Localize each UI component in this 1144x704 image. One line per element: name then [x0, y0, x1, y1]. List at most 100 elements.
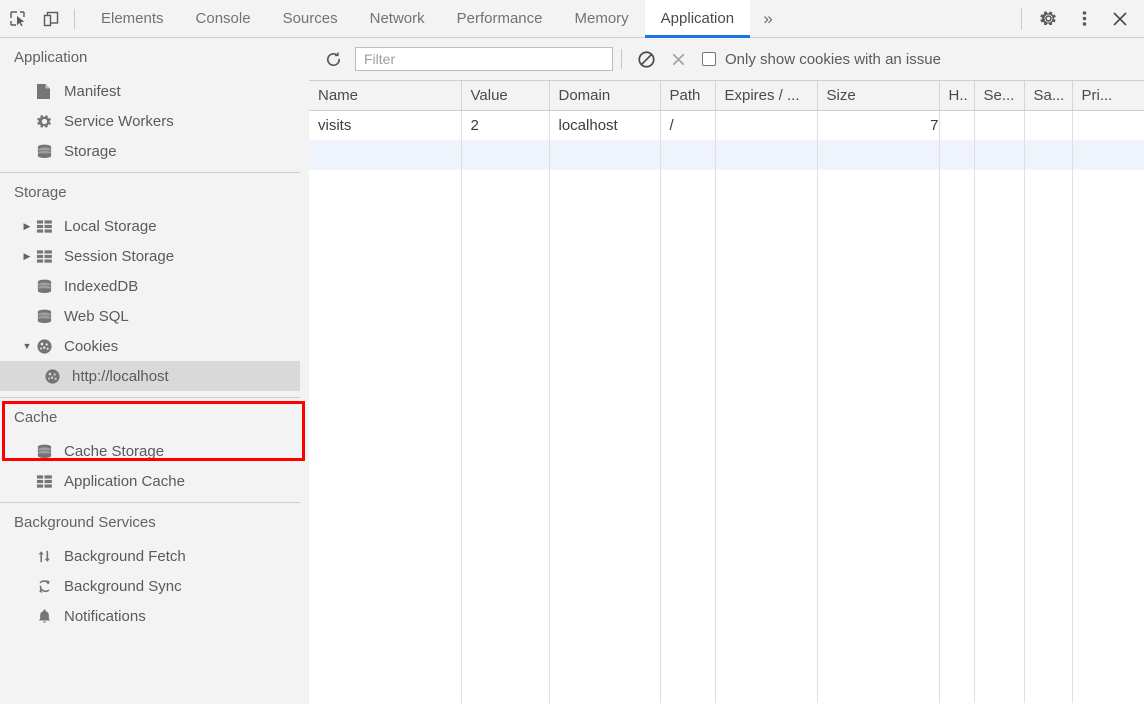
column-header-size[interactable]: Size: [817, 81, 940, 111]
tab-performance[interactable]: Performance: [441, 0, 559, 38]
table-row-empty[interactable]: [309, 140, 1144, 170]
sidebar-item-web-sql[interactable]: Web SQL: [0, 301, 307, 331]
cell-empty: [549, 140, 661, 170]
cookies-table: Name Value Domain Path Expires / ... Siz…: [309, 81, 1144, 703]
cell-filler: [1024, 170, 1073, 703]
sidebar-item-label: Notifications: [64, 607, 146, 625]
cell-empty: [309, 140, 462, 170]
column-header-httponly[interactable]: H..: [939, 81, 975, 111]
tab-network[interactable]: Network: [354, 0, 441, 38]
sidebar-item-label: IndexedDB: [64, 277, 139, 295]
device-toolbar-icon[interactable]: [34, 0, 68, 38]
gear-icon[interactable]: [1030, 0, 1066, 38]
sidebar-item-label: Application Cache: [64, 472, 185, 490]
tab-console[interactable]: Console: [180, 0, 267, 38]
table-filler-row: [309, 170, 1144, 703]
cookies-panel: Filter Only show cookies with an issue N…: [309, 38, 1144, 704]
column-header-secure[interactable]: Se...: [974, 81, 1025, 111]
sync-icon: [36, 578, 60, 595]
refresh-icon[interactable]: [317, 43, 349, 75]
cell-empty: [1072, 140, 1144, 170]
table-grid-icon: [36, 474, 60, 489]
cell-filler: [660, 170, 716, 703]
column-header-domain[interactable]: Domain: [549, 81, 661, 111]
bell-icon: [36, 608, 60, 625]
sidebar-item-label: Cache Storage: [64, 442, 165, 460]
cell-secure: [974, 110, 1025, 140]
column-header-value[interactable]: Value: [461, 81, 550, 111]
cookie-icon: [44, 368, 68, 385]
sidebar-item-background-fetch[interactable]: Background Fetch: [0, 541, 307, 571]
more-tabs-icon[interactable]: »: [750, 0, 786, 38]
tab-application[interactable]: Application: [644, 0, 751, 38]
sidebar-item-indexeddb[interactable]: IndexedDB: [0, 271, 307, 301]
cell-empty: [461, 140, 550, 170]
sidebar-item-label: Manifest: [64, 82, 121, 100]
sidebar-item-storage[interactable]: Storage: [0, 136, 307, 166]
sidebar-scrollbar[interactable]: [300, 38, 308, 704]
cell-name: visits: [309, 110, 462, 140]
column-header-priority[interactable]: Pri...: [1072, 81, 1144, 111]
sidebar-item-cookies-localhost[interactable]: http://localhost: [0, 361, 307, 391]
sidebar-section-storage-title: Storage: [14, 183, 67, 201]
cookie-icon: [36, 338, 60, 355]
table-header-row: Name Value Domain Path Expires / ... Siz…: [309, 81, 1144, 111]
sidebar-item-service-workers[interactable]: Service Workers: [0, 106, 307, 136]
chevron-down-icon[interactable]: ▼: [18, 341, 36, 351]
delete-selected-icon[interactable]: [662, 43, 694, 75]
only-show-issues-checkbox[interactable]: Only show cookies with an issue: [702, 51, 941, 68]
sidebar-section-background-services-title: Background Services: [14, 513, 156, 531]
cell-expires: [715, 110, 818, 140]
cookies-table-container: Name Value Domain Path Expires / ... Siz…: [309, 81, 1144, 704]
toolbar-divider: [74, 8, 75, 29]
sidebar-item-label: Web SQL: [64, 307, 129, 325]
sidebar-item-notifications[interactable]: Notifications: [0, 601, 307, 631]
column-header-name[interactable]: Name: [309, 81, 462, 111]
table-grid-icon: [36, 249, 60, 264]
clear-all-icon[interactable]: [630, 43, 662, 75]
gear-icon: [36, 113, 60, 130]
column-header-expires[interactable]: Expires / ...: [715, 81, 818, 111]
cell-filler: [549, 170, 661, 703]
sidebar-item-label: Background Fetch: [64, 547, 186, 565]
cell-domain: localhost: [549, 110, 661, 140]
tab-sources[interactable]: Sources: [267, 0, 354, 38]
sidebar-item-label: http://localhost: [72, 367, 169, 385]
database-icon: [36, 143, 60, 160]
chevron-right-icon[interactable]: ▶: [18, 251, 36, 262]
cell-empty: [715, 140, 818, 170]
kebab-menu-icon[interactable]: [1066, 0, 1102, 38]
panel-tabs: Elements Console Sources Network Perform…: [85, 0, 751, 38]
toolbar-right-divider: [1021, 7, 1022, 30]
sidebar-item-label: Cookies: [64, 337, 119, 355]
column-header-samesite[interactable]: Sa...: [1024, 81, 1073, 111]
filter-placeholder: Filter: [364, 51, 396, 67]
table-row[interactable]: visits 2 localhost / 7: [309, 110, 1144, 140]
inspect-element-icon[interactable]: [0, 0, 34, 38]
tab-elements[interactable]: Elements: [85, 0, 180, 38]
filter-input[interactable]: Filter: [355, 47, 613, 71]
sidebar-item-cache-storage[interactable]: Cache Storage: [0, 436, 307, 466]
cell-filler: [309, 170, 462, 703]
cell-samesite: [1024, 110, 1073, 140]
cell-size: 7: [817, 110, 940, 140]
database-icon: [36, 443, 60, 460]
database-icon: [36, 308, 60, 325]
sidebar-item-cookies[interactable]: ▼ Cookies: [0, 331, 307, 361]
cell-path: /: [660, 110, 716, 140]
sidebar-item-manifest[interactable]: Manifest: [0, 76, 307, 106]
sidebar-item-session-storage[interactable]: ▶ Session Storage: [0, 241, 307, 271]
cell-value: 2: [461, 110, 550, 140]
close-icon[interactable]: [1102, 0, 1138, 38]
table-grid-icon: [36, 219, 60, 234]
sidebar-item-local-storage[interactable]: ▶ Local Storage: [0, 211, 307, 241]
sidebar-item-application-cache[interactable]: Application Cache: [0, 466, 307, 496]
chevron-right-icon[interactable]: ▶: [18, 221, 36, 232]
checkbox-box[interactable]: [702, 52, 716, 66]
sidebar-item-background-sync[interactable]: Background Sync: [0, 571, 307, 601]
sidebar-item-label: Background Sync: [64, 577, 182, 595]
column-header-path[interactable]: Path: [660, 81, 716, 111]
tab-memory[interactable]: Memory: [559, 0, 645, 38]
checkbox-label: Only show cookies with an issue: [725, 50, 941, 68]
sidebar-item-label: Service Workers: [64, 112, 174, 130]
